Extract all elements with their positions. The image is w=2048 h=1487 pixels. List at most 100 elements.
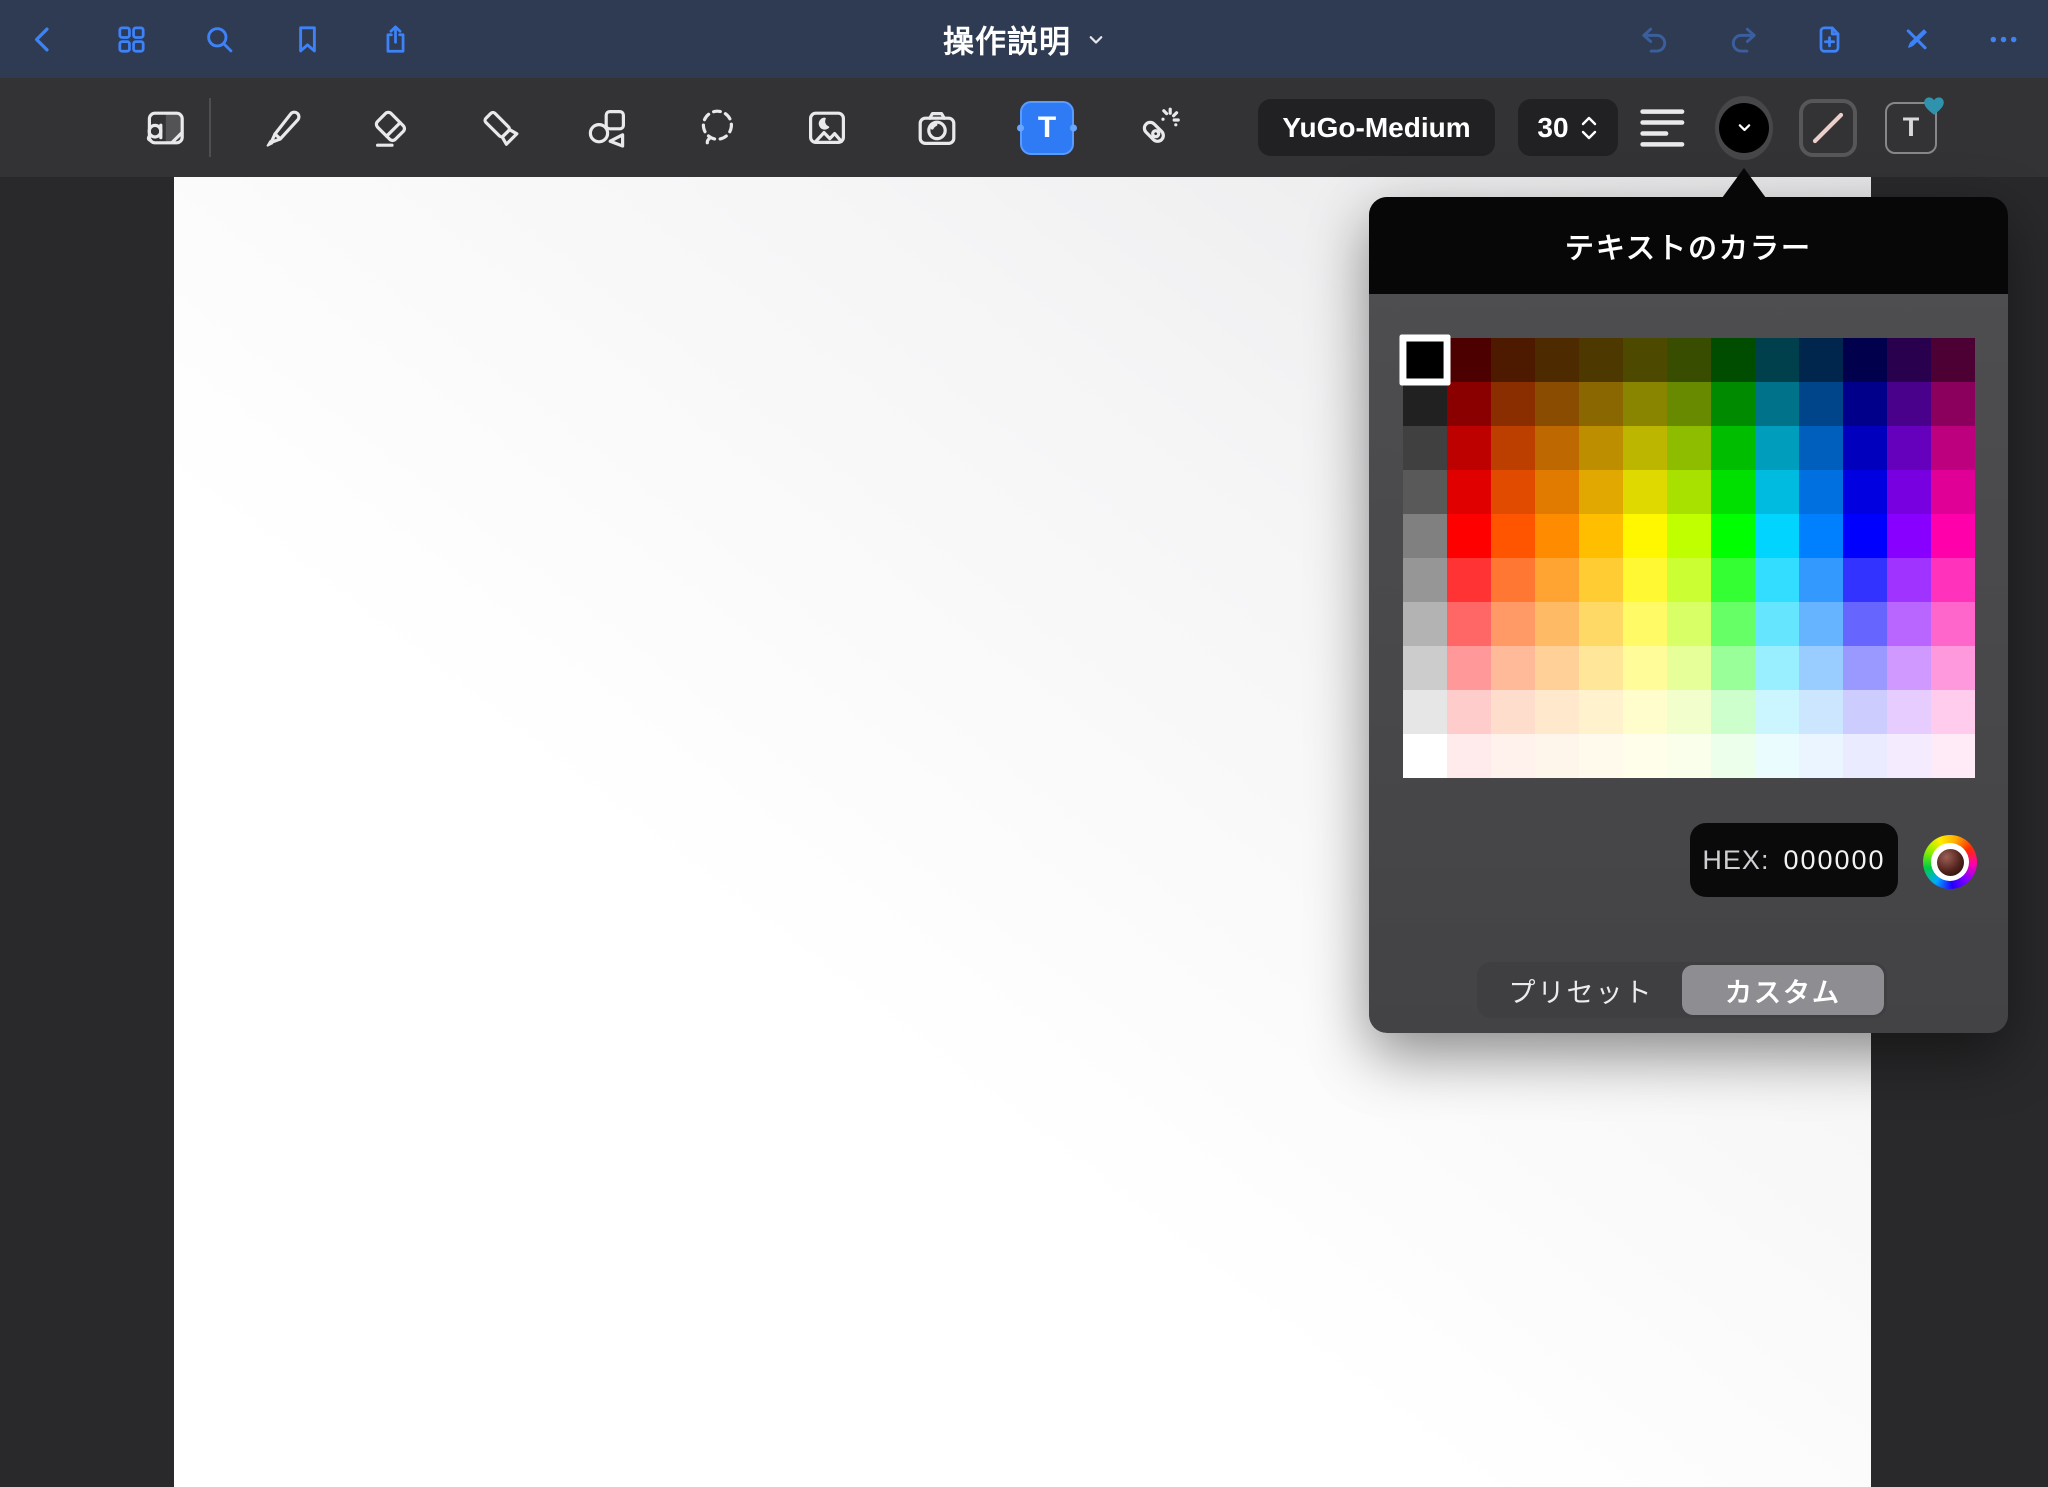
color-swatch[interactable]: [1535, 734, 1579, 778]
color-swatch[interactable]: [1447, 338, 1491, 382]
highlighter-tool-button[interactable]: [471, 99, 529, 157]
text-tool-button[interactable]: T: [1018, 99, 1076, 157]
color-swatch[interactable]: [1491, 338, 1535, 382]
color-swatch[interactable]: [1403, 602, 1447, 646]
color-swatch[interactable]: [1491, 690, 1535, 734]
color-swatch[interactable]: [1843, 690, 1887, 734]
color-swatch[interactable]: [1711, 558, 1755, 602]
color-swatch[interactable]: [1667, 470, 1711, 514]
color-swatch[interactable]: [1623, 514, 1667, 558]
color-swatch[interactable]: [1447, 646, 1491, 690]
color-swatch[interactable]: [1623, 558, 1667, 602]
color-swatch[interactable]: [1623, 426, 1667, 470]
shapes-tool-button[interactable]: [578, 99, 636, 157]
color-swatch[interactable]: [1887, 426, 1931, 470]
color-swatch[interactable]: [1711, 470, 1755, 514]
add-page-button[interactable]: [1807, 17, 1851, 61]
color-swatch[interactable]: [1887, 690, 1931, 734]
color-swatch[interactable]: [1535, 514, 1579, 558]
color-swatch[interactable]: [1403, 382, 1447, 426]
color-swatch[interactable]: [1623, 646, 1667, 690]
color-swatch[interactable]: [1711, 382, 1755, 426]
color-swatch[interactable]: [1447, 558, 1491, 602]
color-swatch[interactable]: [1667, 734, 1711, 778]
color-swatch[interactable]: [1579, 602, 1623, 646]
camera-tool-button[interactable]: [908, 99, 966, 157]
color-swatch[interactable]: [1931, 382, 1975, 426]
image-tool-button[interactable]: [798, 99, 856, 157]
color-swatch[interactable]: [1447, 426, 1491, 470]
redo-button[interactable]: [1720, 17, 1764, 61]
color-swatch[interactable]: [1623, 602, 1667, 646]
color-swatch[interactable]: [1887, 646, 1931, 690]
color-swatch[interactable]: [1667, 338, 1711, 382]
color-swatch[interactable]: [1623, 734, 1667, 778]
color-swatch[interactable]: [1931, 602, 1975, 646]
color-swatch[interactable]: [1535, 426, 1579, 470]
color-swatch[interactable]: [1843, 558, 1887, 602]
color-swatch[interactable]: [1491, 646, 1535, 690]
color-swatch[interactable]: [1755, 734, 1799, 778]
text-align-button[interactable]: [1634, 99, 1692, 157]
color-swatch[interactable]: [1887, 734, 1931, 778]
color-swatch[interactable]: [1403, 690, 1447, 734]
color-swatch[interactable]: [1755, 382, 1799, 426]
color-swatch[interactable]: [1711, 338, 1755, 382]
bookmark-button[interactable]: [285, 17, 329, 61]
color-swatch[interactable]: [1579, 426, 1623, 470]
color-swatch[interactable]: [1711, 602, 1755, 646]
color-swatch[interactable]: [1491, 734, 1535, 778]
color-swatch[interactable]: [1579, 558, 1623, 602]
text-style-button[interactable]: T: [1882, 99, 1940, 157]
color-swatch[interactable]: [1711, 734, 1755, 778]
color-swatch[interactable]: [1491, 602, 1535, 646]
color-swatch[interactable]: [1843, 338, 1887, 382]
color-swatch[interactable]: [1667, 646, 1711, 690]
color-swatch[interactable]: [1755, 470, 1799, 514]
color-swatch[interactable]: [1931, 734, 1975, 778]
document-title-button[interactable]: 操作説明: [943, 17, 1105, 62]
color-swatch[interactable]: [1667, 426, 1711, 470]
color-swatch[interactable]: [1843, 646, 1887, 690]
hex-input[interactable]: HEX: 000000: [1690, 823, 1898, 897]
color-swatch[interactable]: [1799, 470, 1843, 514]
color-swatch[interactable]: [1535, 382, 1579, 426]
color-swatch[interactable]: [1491, 426, 1535, 470]
color-swatch[interactable]: [1755, 602, 1799, 646]
color-swatch[interactable]: [1711, 426, 1755, 470]
text-color-button[interactable]: [1715, 99, 1773, 157]
color-wheel-button[interactable]: [1923, 835, 1977, 889]
more-button[interactable]: [1981, 17, 2025, 61]
color-swatch[interactable]: [1931, 338, 1975, 382]
color-swatch[interactable]: [1843, 602, 1887, 646]
color-swatch[interactable]: [1711, 646, 1755, 690]
color-swatch[interactable]: [1667, 382, 1711, 426]
color-swatch[interactable]: [1579, 734, 1623, 778]
color-swatch[interactable]: [1843, 734, 1887, 778]
color-swatch[interactable]: [1799, 602, 1843, 646]
color-swatch[interactable]: [1447, 734, 1491, 778]
color-swatch[interactable]: [1403, 514, 1447, 558]
color-swatch[interactable]: [1403, 646, 1447, 690]
color-swatch[interactable]: [1535, 558, 1579, 602]
color-swatch[interactable]: [1843, 514, 1887, 558]
tab-custom[interactable]: カスタム: [1682, 965, 1884, 1015]
color-swatch[interactable]: [1403, 470, 1447, 514]
color-swatch[interactable]: [1799, 426, 1843, 470]
color-swatch[interactable]: [1887, 602, 1931, 646]
color-swatch[interactable]: [1447, 690, 1491, 734]
color-swatch[interactable]: [1887, 514, 1931, 558]
color-swatch[interactable]: [1579, 382, 1623, 426]
color-swatch[interactable]: [1843, 470, 1887, 514]
color-swatch[interactable]: [1799, 734, 1843, 778]
color-swatch[interactable]: [1931, 514, 1975, 558]
color-swatch[interactable]: [1755, 690, 1799, 734]
font-size-stepper[interactable]: 30: [1518, 99, 1618, 156]
color-swatch[interactable]: [1799, 514, 1843, 558]
color-swatch[interactable]: [1667, 690, 1711, 734]
color-swatch[interactable]: [1931, 646, 1975, 690]
panel-tool-button[interactable]: [136, 99, 194, 157]
color-swatch[interactable]: [1535, 690, 1579, 734]
eraser-tool-button[interactable]: [361, 99, 419, 157]
color-swatch[interactable]: [1579, 470, 1623, 514]
